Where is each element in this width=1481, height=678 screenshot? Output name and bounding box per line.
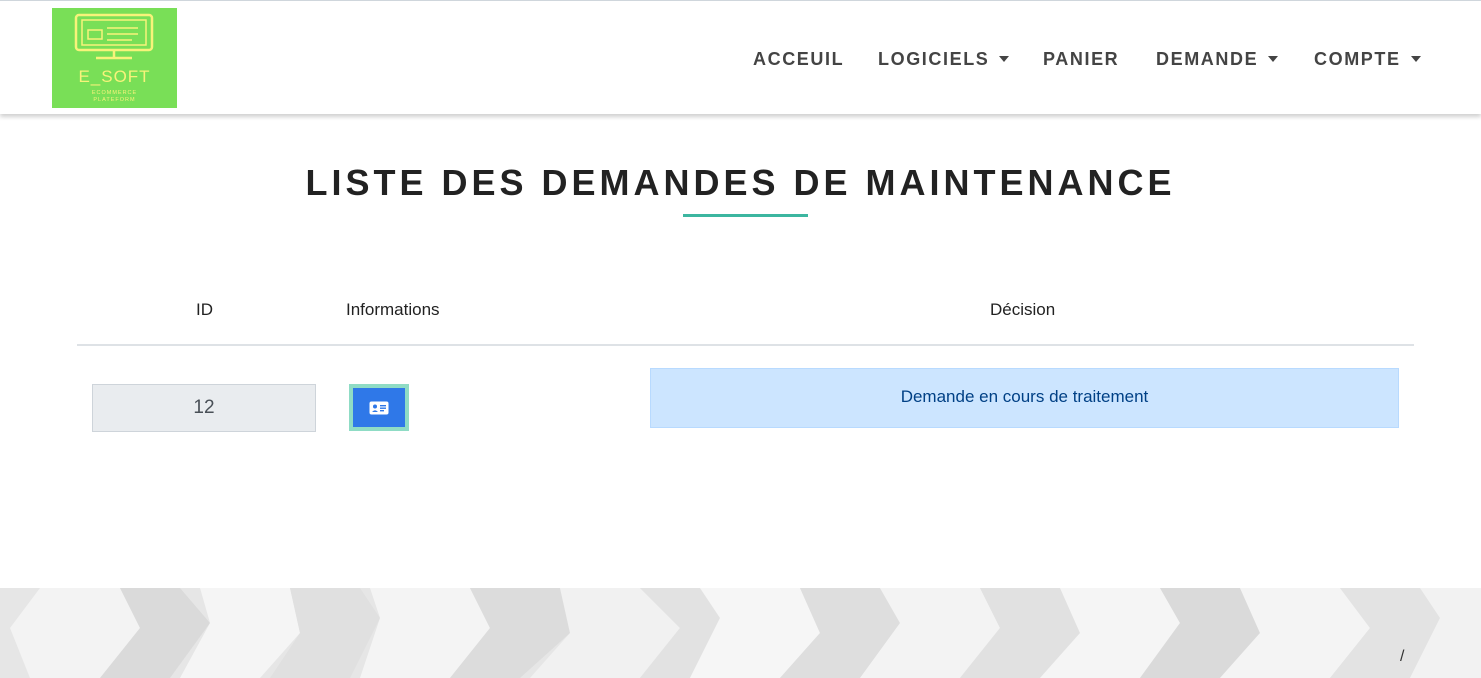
- view-info-button-inner: [353, 388, 405, 427]
- column-header-decision: Décision: [990, 300, 1056, 319]
- nav-item-acceuil[interactable]: ACCEUIL: [753, 48, 844, 70]
- nav-item-label: DEMANDE: [1156, 49, 1259, 69]
- navbar: E_SOFT ECOMMERCE PLATEFORM ACCEUIL LOGIC…: [0, 0, 1481, 114]
- footer: /: [0, 588, 1481, 678]
- caret-down-icon: [999, 56, 1010, 62]
- view-info-button[interactable]: [349, 384, 409, 431]
- page-title: LISTE DES DEMANDES DE MAINTENANCE: [305, 162, 1176, 203]
- caret-down-icon: [1410, 56, 1421, 62]
- brand-name: E_SOFT: [78, 67, 151, 86]
- brand-tagline-2: PLATEFORM: [93, 97, 136, 103]
- caret-down-icon: [1268, 56, 1279, 62]
- table-header-divider: [77, 344, 1414, 346]
- request-id-field: 12: [92, 384, 316, 432]
- title-underline: [683, 214, 808, 217]
- nav-item-label: LOGICIELS: [878, 49, 990, 69]
- column-header-informations: Informations: [346, 300, 440, 319]
- footer-pattern: [0, 588, 1481, 678]
- decision-status-alert: Demande en cours de traitement: [650, 368, 1399, 428]
- nav-item-panier[interactable]: PANIER: [1043, 48, 1119, 70]
- nav-item-label: COMPTE: [1314, 49, 1401, 69]
- nav-item-label: ACCEUIL: [753, 49, 845, 69]
- id-card-icon: [369, 401, 389, 414]
- brand-tagline-1: ECOMMERCE: [91, 90, 138, 96]
- footer-text: /: [1400, 648, 1405, 665]
- column-header-id: ID: [196, 300, 213, 319]
- nav-item-compte[interactable]: COMPTE: [1314, 48, 1421, 70]
- nav-item-logiciels[interactable]: LOGICIELS: [878, 48, 1010, 70]
- main-nav: ACCEUIL LOGICIELS PANIER DEMANDE COMPTE: [0, 48, 1481, 70]
- nav-item-demande[interactable]: DEMANDE: [1156, 48, 1279, 70]
- nav-item-label: PANIER: [1043, 49, 1120, 69]
